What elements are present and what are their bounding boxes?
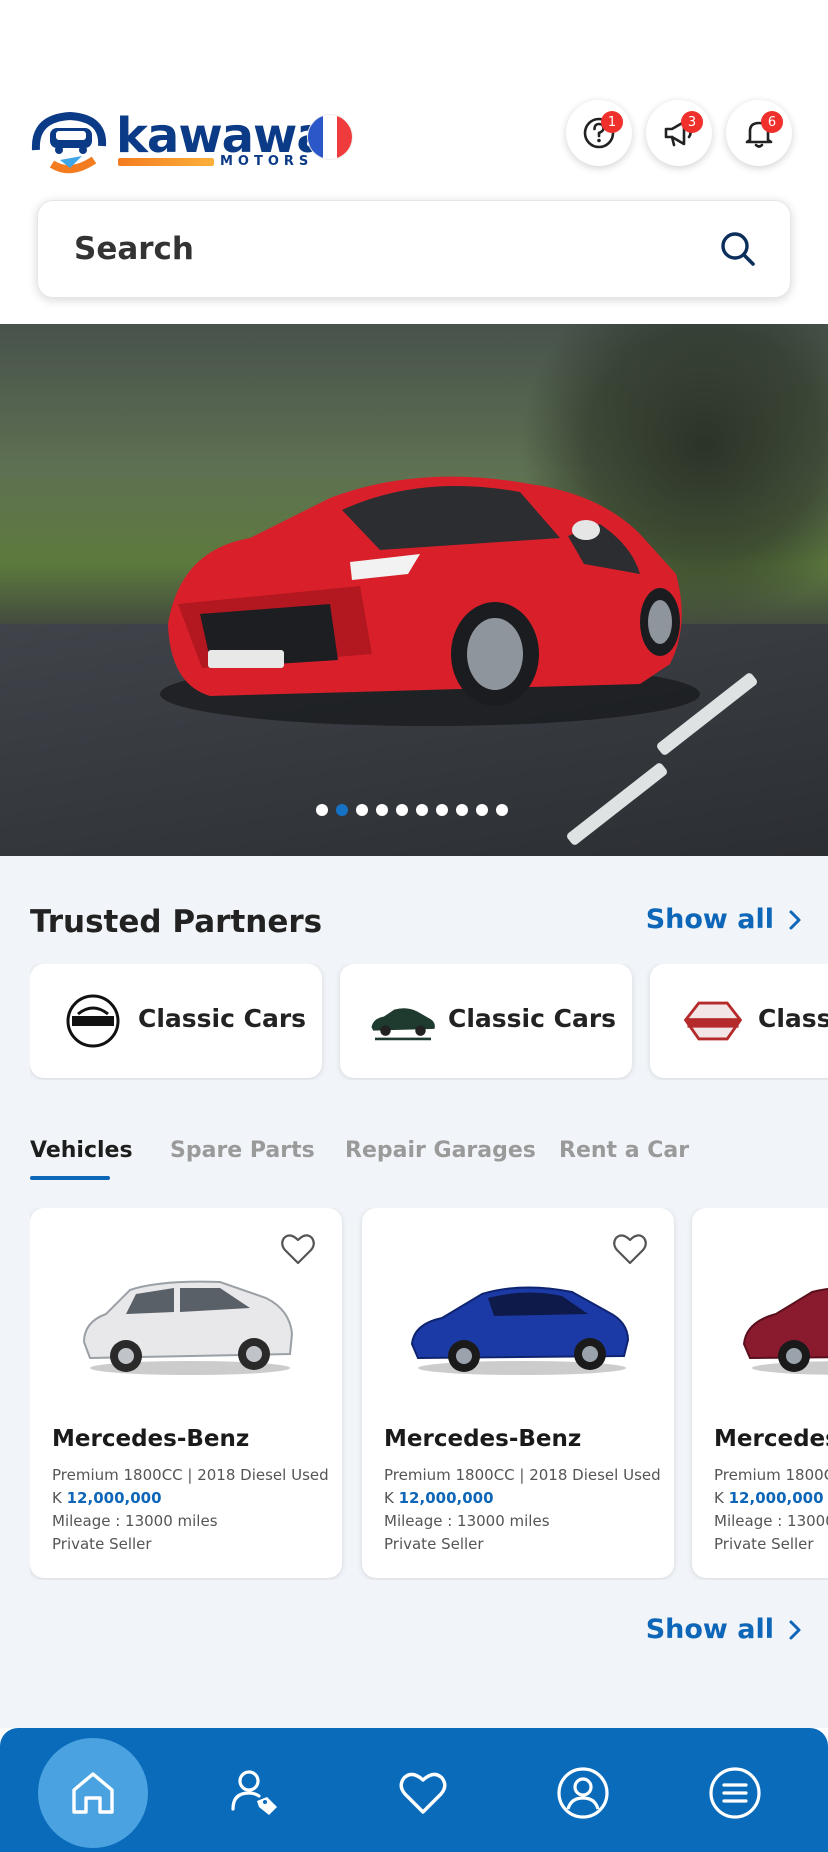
partner-logo xyxy=(368,994,438,1048)
bottom-navigation xyxy=(0,1728,828,1852)
listing-seller: Private Seller xyxy=(52,1535,152,1553)
listing-mileage: Mileage : 13000 miles xyxy=(714,1512,828,1530)
listing-card[interactable]: Mercedes-Benz Premium 1800CC | 2018 Dies… xyxy=(692,1208,828,1578)
price-currency: K xyxy=(52,1489,62,1507)
tab-vehicles[interactable]: Vehicles xyxy=(30,1138,133,1163)
partner-logo xyxy=(58,994,128,1048)
partner-card[interactable]: Classic Cars xyxy=(650,964,828,1078)
help-badge: 1 xyxy=(601,111,623,133)
carousel-dot[interactable] xyxy=(416,804,428,816)
car-image xyxy=(410,1286,630,1375)
listing-mileage: Mileage : 13000 miles xyxy=(52,1512,218,1530)
language-flag-fr[interactable] xyxy=(308,115,352,159)
brand-underline xyxy=(118,158,214,166)
listing-title: Mercedes-Benz xyxy=(384,1426,582,1452)
app-header: kawawa MOTORS 1 3 6 Search xyxy=(0,0,828,324)
listing-price: K 12,000,000 xyxy=(384,1489,494,1507)
carousel-dot[interactable] xyxy=(396,804,408,816)
listing-title: Mercedes-Benz xyxy=(52,1426,250,1452)
carousel-dot[interactable] xyxy=(476,804,488,816)
trusted-partners-title: Trusted Partners xyxy=(30,904,323,940)
show-all-label: Show all xyxy=(645,1614,774,1645)
partner-card[interactable]: Classic Cars xyxy=(30,964,322,1078)
nav-home[interactable] xyxy=(38,1738,148,1848)
search-bar[interactable]: Search xyxy=(37,200,791,298)
listing-seller: Private Seller xyxy=(714,1535,814,1553)
hero-carousel[interactable] xyxy=(0,324,828,856)
price-value: 12,000,000 xyxy=(66,1489,162,1507)
menu-icon xyxy=(709,1767,761,1819)
partner-name: Classic Cars xyxy=(448,1004,617,1033)
notifications-badge: 6 xyxy=(761,111,783,133)
nav-profile[interactable] xyxy=(528,1738,638,1848)
carousel-dot[interactable] xyxy=(436,804,448,816)
carousel-dot[interactable] xyxy=(316,804,328,816)
car-image xyxy=(82,1280,294,1375)
tab-repair-garages[interactable]: Repair Garages xyxy=(345,1138,536,1163)
car-image xyxy=(742,1287,828,1375)
partner-logo xyxy=(678,994,748,1048)
nav-menu[interactable] xyxy=(680,1738,790,1848)
carousel-dot[interactable] xyxy=(376,804,388,816)
listing-description: Premium 1800CC | 2018 Diesel Used xyxy=(714,1466,828,1484)
carousel-dot[interactable] xyxy=(456,804,468,816)
listing-seller: Private Seller xyxy=(384,1535,484,1553)
kawawa-logo[interactable]: kawawa MOTORS xyxy=(30,106,329,176)
listing-card[interactable]: Mercedes-Benz Premium 1800CC | 2018 Dies… xyxy=(30,1208,342,1578)
notifications-button[interactable]: 6 xyxy=(726,100,792,166)
help-button[interactable]: 1 xyxy=(566,100,632,166)
announcements-badge: 3 xyxy=(681,111,703,133)
chevron-right-icon xyxy=(789,1620,801,1639)
price-currency: K xyxy=(384,1489,394,1507)
chevron-right-icon xyxy=(789,910,801,929)
search-icon[interactable] xyxy=(718,229,758,269)
price-value: 12,000,000 xyxy=(398,1489,494,1507)
main-content: Trusted Partners Show all Classic Cars C… xyxy=(0,856,828,1728)
partner-card[interactable]: Classic Cars xyxy=(340,964,632,1078)
partners-carousel[interactable]: Classic Cars Classic Cars Classic Cars xyxy=(30,964,828,1080)
active-tab-indicator xyxy=(30,1176,110,1180)
profile-icon xyxy=(557,1767,609,1819)
listing-mileage: Mileage : 13000 miles xyxy=(384,1512,550,1530)
price-currency: K xyxy=(714,1489,724,1507)
listing-carousel[interactable]: Mercedes-Benz Premium 1800CC | 2018 Dies… xyxy=(30,1208,828,1580)
car-logo-icon xyxy=(31,111,107,174)
listing-card[interactable]: Mercedes-Benz Premium 1800CC | 2018 Dies… xyxy=(362,1208,674,1578)
listing-price: K 12,000,000 xyxy=(714,1489,824,1507)
price-value: 12,000,000 xyxy=(728,1489,824,1507)
carousel-dot[interactable] xyxy=(496,804,508,816)
nav-sell[interactable] xyxy=(198,1738,308,1848)
heart-icon xyxy=(399,1772,447,1814)
carousel-dot[interactable] xyxy=(356,804,368,816)
partner-name: Classic Cars xyxy=(758,1004,828,1033)
listing-description: Premium 1800CC | 2018 Diesel Used xyxy=(384,1466,661,1484)
tab-spare-parts[interactable]: Spare Parts xyxy=(170,1138,315,1163)
tab-rent-a-car[interactable]: Rent a Car xyxy=(559,1138,689,1163)
nav-favorites[interactable] xyxy=(368,1738,478,1848)
listings-show-all-link[interactable]: Show all xyxy=(646,1614,802,1645)
home-icon xyxy=(72,1772,114,1814)
listing-title: Mercedes-Benz xyxy=(714,1426,828,1452)
brand-tagline: MOTORS xyxy=(220,154,314,169)
partner-name: Classic Cars xyxy=(138,1004,307,1033)
announcements-button[interactable]: 3 xyxy=(646,100,712,166)
search-placeholder: Search xyxy=(74,231,195,267)
partners-show-all-link[interactable]: Show all xyxy=(646,904,802,935)
show-all-label: Show all xyxy=(645,904,774,935)
seller-tag-icon xyxy=(231,1770,277,1815)
carousel-dots xyxy=(316,804,508,816)
hero-car-image xyxy=(160,476,700,726)
carousel-dot-active[interactable] xyxy=(336,804,348,816)
listing-description: Premium 1800CC | 2018 Diesel Used xyxy=(52,1466,329,1484)
listing-price: K 12,000,000 xyxy=(52,1489,162,1507)
